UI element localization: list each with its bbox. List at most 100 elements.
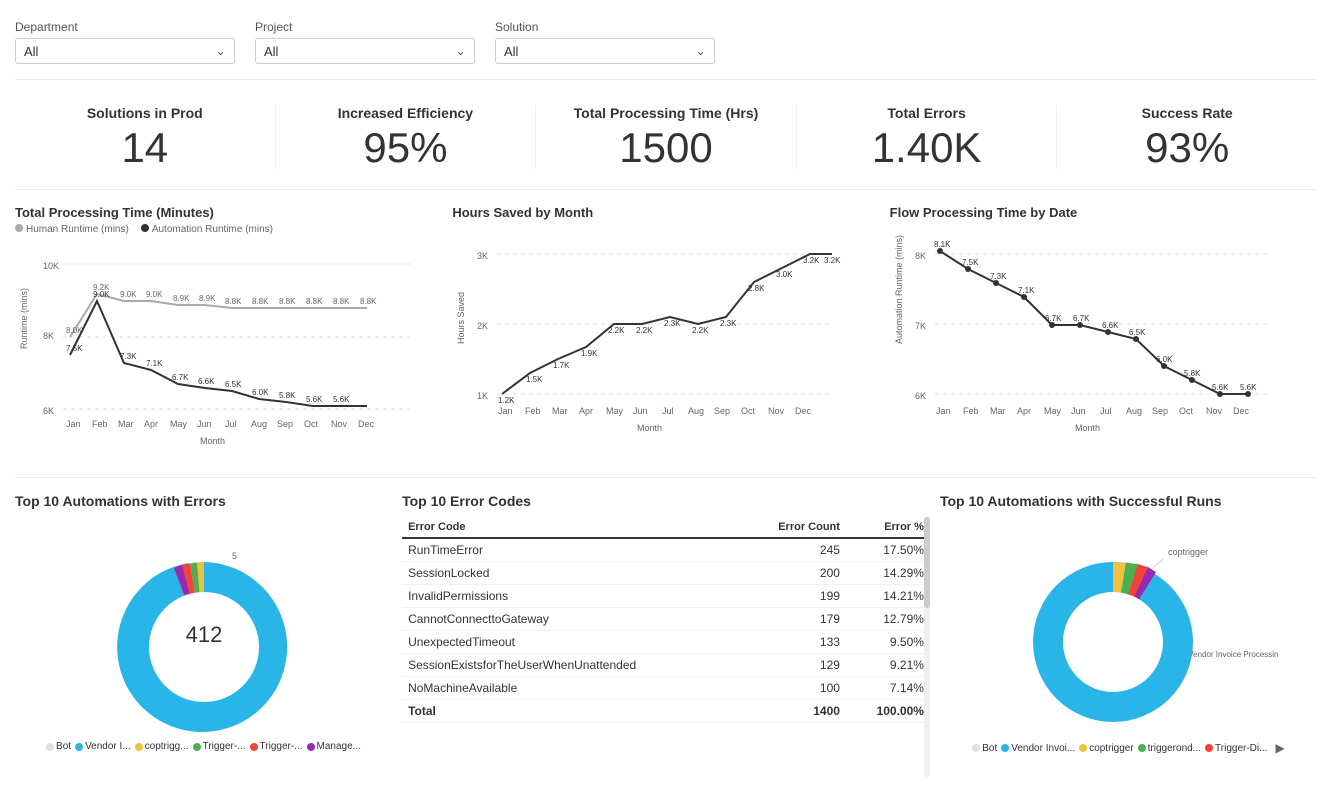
svg-text:Sep: Sep [277, 419, 293, 429]
bottom-row: Top 10 Automations with Errors 5 [15, 478, 1317, 792]
svg-text:10K: 10K [43, 261, 59, 271]
scrollbar-track[interactable] [924, 517, 930, 777]
filters-row: Department All ⌄ Project All ⌄ Solution … [15, 10, 1317, 80]
success-legend-next-icon[interactable]: ▶ [1275, 741, 1284, 755]
flow-processing-chart-area: Automation Runtime (mins) 8K 7K 6K [890, 224, 1317, 457]
hours-saved-svg: Hours Saved 3K 2K 1K 1.2K 1.5K [452, 224, 842, 454]
svg-text:1.9K: 1.9K [581, 349, 598, 358]
svg-text:2K: 2K [477, 321, 488, 331]
kpi-errors-value: 1.40K [797, 127, 1057, 169]
svg-text:Mar: Mar [990, 406, 1006, 416]
error-code-cell: SessionExistsforTheUserWhenUnattended [402, 654, 742, 677]
svg-text:8.8K: 8.8K [333, 297, 350, 306]
svg-text:9.0K: 9.0K [146, 290, 163, 299]
svg-text:9.0K: 9.0K [93, 290, 110, 299]
legend-vendor: Vendor I... [75, 741, 131, 752]
error-code-cell: CannotConnecttoGateway [402, 608, 742, 631]
svg-text:7.1K: 7.1K [146, 359, 163, 368]
kpi-total-errors: Total Errors 1.40K [797, 105, 1057, 169]
svg-text:— Vendor Invoice Processing Cl: — Vendor Invoice Processing Cl... [1178, 650, 1278, 659]
department-chevron-icon: ⌄ [215, 43, 226, 59]
solution-select[interactable]: All ⌄ [495, 38, 715, 64]
kpi-processing-time: Total Processing Time (Hrs) 1500 [536, 105, 796, 169]
svg-text:8.8K: 8.8K [360, 297, 377, 306]
error-codes-table: Error Code Error Count Error % RunTimeEr… [402, 517, 930, 723]
svg-text:Feb: Feb [92, 419, 108, 429]
top-errors-legend: Bot Vendor I... coptrigg... Trigger-... [46, 741, 361, 752]
error-codes-section: Top 10 Error Codes Error Code Error Coun… [402, 493, 930, 777]
solution-label: Solution [495, 20, 715, 34]
svg-text:Month: Month [1075, 423, 1100, 433]
svg-text:May: May [1044, 406, 1062, 416]
solution-value: All [504, 44, 518, 59]
error-pct-cell: 9.50% [846, 631, 930, 654]
svg-text:Dec: Dec [1233, 406, 1250, 416]
error-pct-cell: 9.21% [846, 654, 930, 677]
svg-text:8.1K: 8.1K [934, 240, 951, 249]
error-codes-title: Top 10 Error Codes [402, 493, 930, 509]
svg-text:3.0K: 3.0K [776, 270, 793, 279]
legend-coptrigg: coptrigg... [135, 741, 189, 752]
svg-text:7.5K: 7.5K [66, 344, 83, 353]
flow-processing-chart: Flow Processing Time by Date Automation … [890, 205, 1317, 462]
error-count-cell: 179 [742, 608, 846, 631]
svg-text:Oct: Oct [1179, 406, 1194, 416]
processing-time-legend: Human Runtime (mins) Automation Runtime … [15, 224, 442, 235]
error-count-cell: 199 [742, 585, 846, 608]
svg-text:5.6K: 5.6K [333, 395, 350, 404]
solution-chevron-icon: ⌄ [695, 43, 706, 59]
svg-text:Jul: Jul [1100, 406, 1112, 416]
table-row: NoMachineAvailable 100 7.14% [402, 677, 930, 700]
svg-text:Automation Runtime (mins): Automation Runtime (mins) [894, 235, 904, 344]
success-legend-triggerond: triggerond... [1138, 741, 1201, 755]
svg-text:Apr: Apr [579, 406, 593, 416]
top-success-donut-wrapper: coptrigger — Vendor Invoice Processing C… [940, 517, 1317, 755]
processing-time-title: Total Processing Time (Minutes) [15, 205, 442, 220]
processing-time-chart-area: Runtime (mins) 10K 8K 6K 8.0 [15, 239, 442, 462]
svg-text:6.5K: 6.5K [225, 380, 242, 389]
table-row: UnexpectedTimeout 133 9.50% [402, 631, 930, 654]
legend-bot-label: Bot [56, 741, 71, 752]
error-code-cell: RunTimeError [402, 538, 742, 562]
top-errors-title: Top 10 Automations with Errors [15, 493, 392, 509]
svg-text:6.0K: 6.0K [1156, 355, 1173, 364]
svg-text:Hours Saved: Hours Saved [456, 292, 466, 344]
svg-text:Jul: Jul [225, 419, 237, 429]
table-row: SessionLocked 200 14.29% [402, 562, 930, 585]
success-legend-vendor-label: Vendor Invoi... [1011, 743, 1075, 754]
error-pct-cell: 14.29% [846, 562, 930, 585]
svg-text:Nov: Nov [1206, 406, 1223, 416]
svg-text:Mar: Mar [552, 406, 568, 416]
kpi-efficiency-title: Increased Efficiency [276, 105, 536, 121]
success-legend-triggerdi: Trigger-Di... [1205, 741, 1267, 755]
svg-text:Feb: Feb [525, 406, 541, 416]
svg-text:Apr: Apr [144, 419, 158, 429]
svg-text:Nov: Nov [331, 419, 348, 429]
charts-row: Total Processing Time (Minutes) Human Ru… [15, 190, 1317, 478]
top-errors-donut-wrapper: 5 [15, 517, 392, 752]
project-select[interactable]: All ⌄ [255, 38, 475, 64]
legend-automation: Automation Runtime (mins) [152, 224, 273, 235]
svg-text:Feb: Feb [963, 406, 979, 416]
scrollbar-thumb[interactable] [924, 517, 930, 608]
error-count-cell: 129 [742, 654, 846, 677]
svg-text:2.2K: 2.2K [692, 326, 709, 335]
kpi-solutions-value: 14 [15, 127, 275, 169]
error-codes-table-wrapper: Error Code Error Count Error % RunTimeEr… [402, 517, 930, 777]
svg-text:6.7K: 6.7K [1045, 314, 1062, 323]
table-row: InvalidPermissions 199 14.21% [402, 585, 930, 608]
svg-text:coptrigger: coptrigger [1168, 547, 1208, 557]
svg-text:1.5K: 1.5K [526, 375, 543, 384]
kpi-success-rate: Success Rate 93% [1057, 105, 1317, 169]
top-errors-donut-svg: 5 [64, 517, 344, 737]
svg-text:5.6K: 5.6K [306, 395, 323, 404]
col-error-count: Error Count [742, 517, 846, 538]
legend-trigger1-label: Trigger-... [203, 741, 246, 752]
svg-text:8.8K: 8.8K [306, 297, 323, 306]
svg-text:1K: 1K [477, 391, 488, 401]
col-error-code: Error Code [402, 517, 742, 538]
kpi-processing-title: Total Processing Time (Hrs) [536, 105, 796, 121]
error-count-cell: 133 [742, 631, 846, 654]
svg-text:Jun: Jun [197, 419, 212, 429]
department-select[interactable]: All ⌄ [15, 38, 235, 64]
